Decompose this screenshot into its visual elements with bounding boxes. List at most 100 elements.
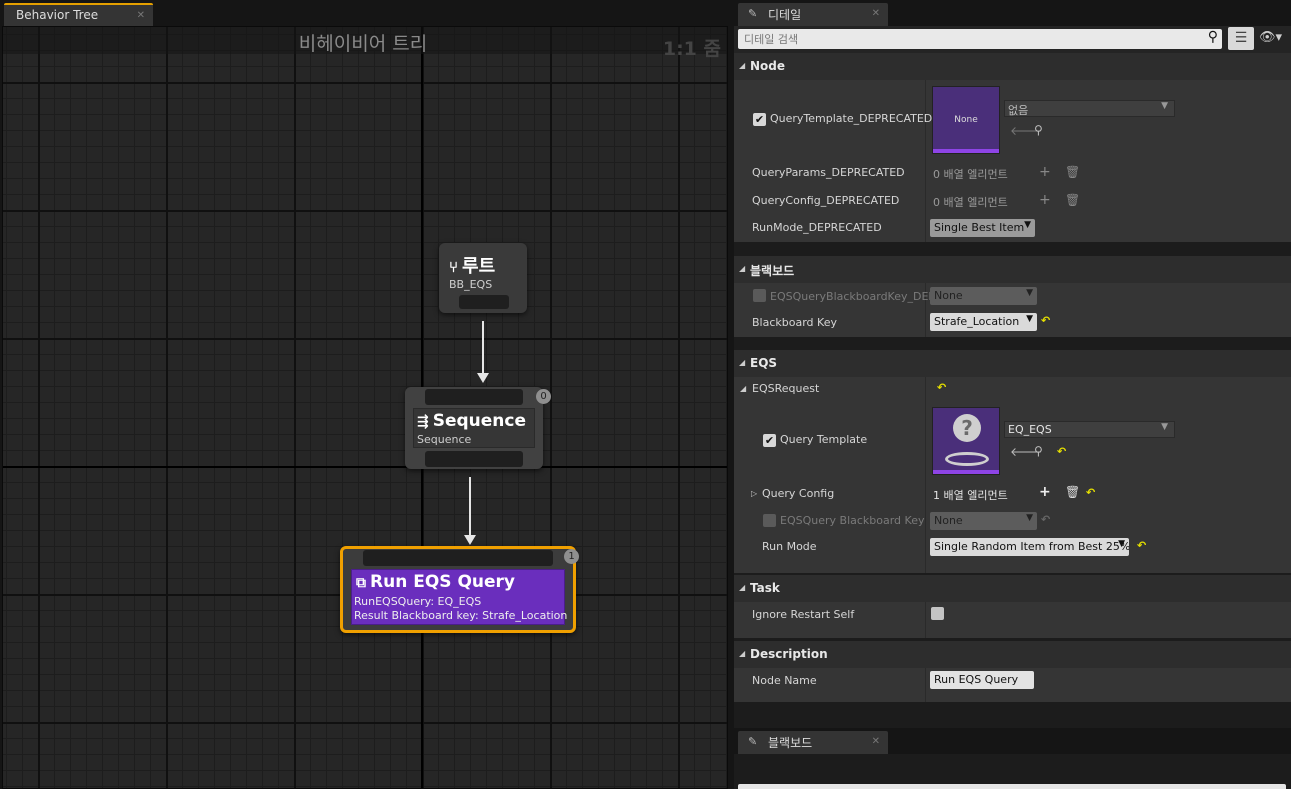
arrow-icon	[477, 373, 489, 383]
blackboard-key-label: Blackboard Key	[752, 316, 837, 329]
eqs-bb-key-checkbox[interactable]	[763, 514, 776, 527]
reset-to-default-icon[interactable]: ↶	[1041, 314, 1050, 327]
reset-to-default-icon[interactable]: ↶	[937, 381, 946, 394]
run-mode-deprecated-combo[interactable]: Single Best Item ▼	[930, 219, 1035, 237]
category-label: 블랙보드	[750, 264, 795, 278]
tab-label: Behavior Tree	[16, 8, 99, 22]
run-eqs-query-node[interactable]: ⧉ Run EQS Query RunEQSQuery: EQ_EQS Resul…	[340, 546, 576, 633]
collapse-icon[interactable]: ◢	[740, 384, 746, 393]
list-view-icon[interactable]: ☰	[1228, 27, 1254, 50]
add-icon[interactable]: +	[1039, 484, 1051, 500]
asset-picker-value: 없음	[1008, 104, 1029, 117]
blackboard-key-combo[interactable]: Strafe_Location ▼	[930, 313, 1037, 331]
ignore-restart-checkbox[interactable]	[931, 607, 944, 620]
eqs-query-icon: ⧉	[356, 575, 366, 591]
add-icon[interactable]: +	[1039, 164, 1051, 180]
add-icon[interactable]: +	[1039, 192, 1051, 208]
trash-icon[interactable]: 🗑	[1065, 165, 1080, 179]
eqs-query-asset-icon: ?	[953, 414, 981, 442]
run-mode-combo[interactable]: Single Random Item from Best 25% ▼	[930, 538, 1129, 556]
category-blackboard[interactable]: ◢ 블랙보드	[734, 256, 1291, 283]
eqs-bb-key-deprecated-checkbox[interactable]	[753, 289, 766, 302]
details-panel: ✎ 디테일 ✕ 디테일 검색 ⚲ ☰ 👁▾ ◢ Node ✔ QueryTemp…	[734, 0, 1291, 728]
close-icon[interactable]: ✕	[872, 736, 880, 747]
sequence-node-title: Sequence	[432, 411, 527, 431]
run-mode-deprecated-label: RunMode_DEPRECATED	[752, 221, 882, 234]
root-node[interactable]: ⑂ 루트 BB_EQS	[439, 243, 527, 313]
graph-title: 비헤이비어 트리	[298, 33, 428, 55]
sequence-node[interactable]: ⇶ Sequence Sequence	[405, 387, 543, 469]
graph-tabbar: Behavior Tree ✕	[0, 0, 731, 26]
blackboard-search-input[interactable]	[738, 784, 1286, 789]
eqs-asset-thumbnail[interactable]: ?	[932, 407, 1000, 475]
eqs-bb-key-label: EQSQuery Blackboard Key	[780, 514, 925, 527]
chevron-down-icon: ▼	[1026, 314, 1033, 324]
query-params-label: QueryParams_DEPRECATED	[752, 166, 905, 179]
graph-canvas[interactable]: 비헤이비어 트리 1:1 줌 ⑂ 루트 BB_EQS ⇶ Sequence Sequ…	[2, 26, 728, 789]
category-description[interactable]: ◢ Description	[734, 641, 1291, 668]
query-template-combo[interactable]: EQ_EQS ▼	[1004, 421, 1175, 438]
browse-icon[interactable]: ⚲	[1034, 123, 1043, 137]
expand-icon[interactable]: ▷	[751, 489, 757, 498]
close-icon[interactable]: ✕	[137, 10, 145, 21]
reset-to-default-icon[interactable]: ↶	[1086, 486, 1095, 499]
trash-icon[interactable]: 🗑	[1065, 485, 1080, 499]
details-search-input[interactable]: 디테일 검색 ⚲	[738, 29, 1222, 49]
editor-root: Behavior Tree ✕ 비헤이비어 트리 1:1 줌 ⑂ 루트 BB_EQ…	[0, 0, 1291, 789]
input-pin[interactable]	[363, 550, 553, 566]
run-mode-value: Single Random Item from Best 25%	[934, 540, 1129, 553]
eqs-bb-key-deprecated-label: EQSQueryBlackboardKey_DEPI	[770, 290, 939, 303]
reset-to-default-icon[interactable]: ↶	[1041, 513, 1050, 526]
close-icon[interactable]: ✕	[872, 8, 880, 19]
tab-blackboard[interactable]: ✎ 블랙보드 ✕	[738, 731, 888, 754]
browse-icon[interactable]: ⚲	[1034, 444, 1043, 458]
chevron-down-icon: ▼	[1161, 422, 1168, 432]
category-label: EQS	[750, 356, 778, 370]
tab-label: 디테일	[768, 8, 802, 22]
thumbnail-none-label: None	[954, 115, 978, 125]
search-placeholder: 디테일 검색	[744, 33, 799, 46]
eye-icon[interactable]: 👁▾	[1259, 30, 1282, 45]
asset-thumbnail[interactable]: None	[932, 86, 1000, 154]
query-config-label: Query Config	[762, 487, 835, 500]
details-search-row: 디테일 검색 ⚲ ☰ 👁▾	[734, 26, 1291, 54]
query-template-checkbox[interactable]: ✔	[763, 434, 776, 447]
tab-details[interactable]: ✎ 디테일 ✕	[738, 3, 888, 26]
reset-to-default-icon[interactable]: ↶	[1057, 445, 1066, 458]
output-pin[interactable]	[425, 451, 523, 467]
query-template-label: Query Template	[780, 433, 868, 446]
zoom-label: 1:1 줌	[662, 38, 721, 60]
graph-axis-horizontal	[3, 466, 727, 468]
collapse-icon: ◢	[739, 358, 746, 367]
sequence-node-subtitle: Sequence	[417, 433, 472, 446]
eqs-bb-key-deprecated-combo[interactable]: None ▼	[930, 287, 1037, 305]
input-pin[interactable]	[425, 389, 523, 405]
category-node[interactable]: ◢ Node	[734, 53, 1291, 80]
tab-behavior-tree[interactable]: Behavior Tree ✕	[4, 3, 153, 26]
details-tabbar: ✎ 디테일 ✕	[734, 0, 1291, 26]
category-task[interactable]: ◢ Task	[734, 575, 1291, 602]
blackboard-key-value: Strafe_Location	[934, 315, 1020, 328]
category-eqs[interactable]: ◢ EQS	[734, 350, 1291, 377]
wire-sequence-eqs	[469, 477, 471, 535]
reset-to-default-icon[interactable]: ↶	[1137, 539, 1146, 552]
collapse-icon: ◢	[739, 61, 746, 70]
root-node-subtitle: BB_EQS	[449, 278, 493, 291]
eqs-bb-key-deprecated-value: None	[934, 289, 963, 302]
ignore-restart-label: Ignore Restart Self	[752, 608, 855, 621]
blackboard-panel: ✎ 블랙보드 ✕	[734, 728, 1291, 789]
root-node-title: 루트	[462, 256, 496, 277]
query-template-deprecated-checkbox[interactable]: ✔	[753, 113, 766, 126]
collapse-icon: ◢	[739, 649, 746, 658]
collapse-icon: ◢	[739, 583, 746, 592]
eqs-bb-key-combo[interactable]: None ▼	[930, 512, 1037, 530]
run-mode-deprecated-value: Single Best Item	[934, 221, 1025, 234]
query-params-value: 0 배열 엘리먼트	[933, 168, 1008, 181]
asset-picker-combo[interactable]: 없음 ▼	[1004, 100, 1175, 117]
collapse-icon: ◢	[739, 264, 746, 273]
node-name-input[interactable]: Run EQS Query	[930, 671, 1034, 689]
output-pin[interactable]	[459, 295, 509, 309]
eqs-node-line1: RunEQSQuery: EQ_EQS	[354, 595, 482, 608]
trash-icon[interactable]: 🗑	[1065, 193, 1080, 207]
search-icon[interactable]: ⚲	[1208, 29, 1218, 45]
